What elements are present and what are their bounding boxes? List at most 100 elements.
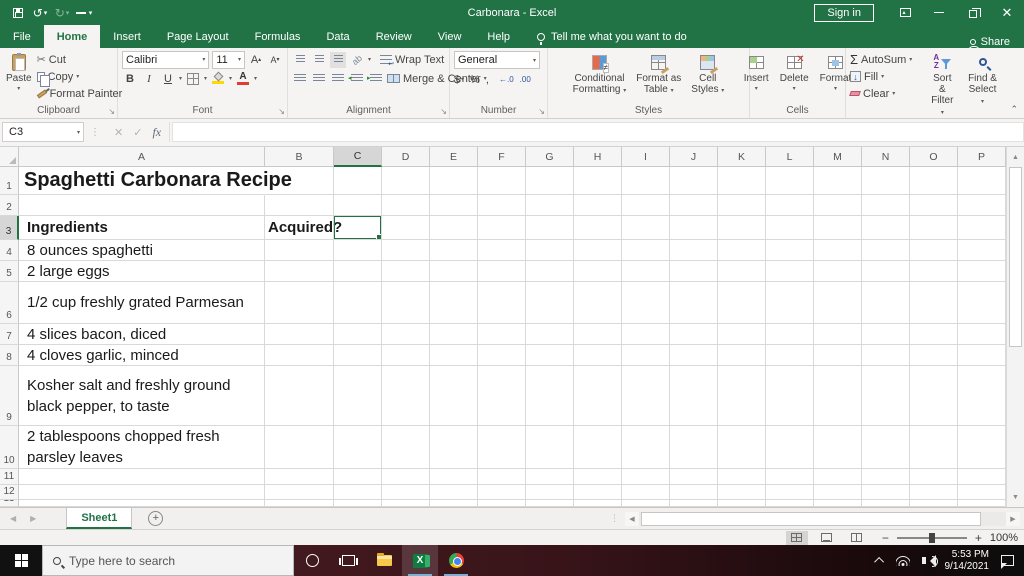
comma-button[interactable]: ,: [486, 74, 489, 86]
cell-G5[interactable]: [526, 261, 574, 282]
cell-P9[interactable]: [958, 366, 1006, 426]
cell-H5[interactable]: [574, 261, 622, 282]
cell-H1[interactable]: [574, 167, 622, 195]
cell-D5[interactable]: [382, 261, 430, 282]
number-format-select[interactable]: General ▾: [454, 51, 540, 69]
cell-M13[interactable]: [814, 500, 862, 507]
cell-N2[interactable]: [862, 195, 910, 216]
normal-view-button[interactable]: [785, 530, 808, 545]
cell-C11[interactable]: [334, 469, 382, 485]
cell-H11[interactable]: [574, 469, 622, 485]
cell-G8[interactable]: [526, 345, 574, 366]
cell-M6[interactable]: [814, 282, 862, 324]
cell-B11[interactable]: [265, 469, 334, 485]
row-header-6[interactable]: 6: [0, 282, 19, 324]
chrome-taskbar-button[interactable]: [438, 545, 474, 576]
alignment-dialog-launcher[interactable]: ↘: [440, 108, 447, 116]
scroll-right-icon[interactable]: ▶: [1006, 511, 1020, 526]
cell-J2[interactable]: [670, 195, 718, 216]
zoom-slider[interactable]: [896, 532, 967, 543]
cell-C7[interactable]: [334, 324, 382, 345]
cell-A7[interactable]: 4 slices bacon, diced: [19, 324, 265, 345]
select-all-corner[interactable]: [0, 147, 19, 167]
row-header-12[interactable]: 12: [0, 485, 19, 500]
cell-H8[interactable]: [574, 345, 622, 366]
cell-J11[interactable]: [670, 469, 718, 485]
underline-button[interactable]: U: [160, 71, 176, 87]
cell-H10[interactable]: [574, 426, 622, 469]
cell-D4[interactable]: [382, 240, 430, 261]
cell-E6[interactable]: [430, 282, 478, 324]
share-button[interactable]: Share: [967, 36, 1024, 52]
cell-A1[interactable]: Spaghetti Carbonara Recipe: [19, 167, 292, 195]
cell-B3[interactable]: Acquired?: [265, 216, 342, 240]
file-explorer-button[interactable]: [366, 545, 402, 576]
cell-K13[interactable]: [718, 500, 766, 507]
cell-O4[interactable]: [910, 240, 958, 261]
cell-I2[interactable]: [622, 195, 670, 216]
vertical-scroll-thumb[interactable]: [1009, 167, 1022, 347]
borders-button[interactable]: [185, 71, 201, 87]
task-view-button[interactable]: [330, 545, 366, 576]
column-header-E[interactable]: E: [430, 147, 478, 167]
cell-P13[interactable]: [958, 500, 1006, 507]
cell-P4[interactable]: [958, 240, 1006, 261]
cell-M9[interactable]: [814, 366, 862, 426]
action-center-icon[interactable]: [1001, 555, 1014, 569]
cell-F10[interactable]: [478, 426, 526, 469]
cell-N4[interactable]: [862, 240, 910, 261]
align-center-button[interactable]: [311, 71, 327, 87]
cell-J10[interactable]: [670, 426, 718, 469]
zoom-in-button[interactable]: +: [975, 532, 982, 544]
tell-me-box[interactable]: Tell me what you want to do: [537, 25, 687, 48]
cell-L1[interactable]: [766, 167, 814, 195]
cell-O6[interactable]: [910, 282, 958, 324]
cell-I10[interactable]: [622, 426, 670, 469]
cell-L13[interactable]: [766, 500, 814, 507]
scroll-up-icon[interactable]: ▲: [1007, 149, 1024, 165]
cell-O2[interactable]: [910, 195, 958, 216]
column-header-K[interactable]: K: [718, 147, 766, 167]
cell-B5[interactable]: [265, 261, 334, 282]
zoom-slider-thumb[interactable]: [928, 532, 935, 543]
speaker-icon[interactable]: [921, 554, 938, 567]
cell-O10[interactable]: [910, 426, 958, 469]
cell-J9[interactable]: [670, 366, 718, 426]
cell-P7[interactable]: [958, 324, 1006, 345]
percent-button[interactable]: %: [470, 74, 480, 86]
cell-P2[interactable]: [958, 195, 1006, 216]
cell-F8[interactable]: [478, 345, 526, 366]
cell-D3[interactable]: [382, 216, 430, 240]
tab-home[interactable]: Home: [43, 25, 101, 48]
cell-L2[interactable]: [766, 195, 814, 216]
sheet-nav-left-icon[interactable]: ◀: [10, 514, 16, 523]
cell-E11[interactable]: [430, 469, 478, 485]
cell-H2[interactable]: [574, 195, 622, 216]
cell-N12[interactable]: [862, 485, 910, 500]
cell-H4[interactable]: [574, 240, 622, 261]
cell-P8[interactable]: [958, 345, 1006, 366]
cell-G3[interactable]: [526, 216, 574, 240]
cell-B6[interactable]: [265, 282, 334, 324]
cell-B12[interactable]: [265, 485, 334, 500]
cell-F11[interactable]: [478, 469, 526, 485]
cell-J6[interactable]: [670, 282, 718, 324]
paste-button[interactable]: Paste ▾: [4, 51, 34, 103]
decrease-indent-button[interactable]: [348, 71, 365, 87]
cell-F3[interactable]: [478, 216, 526, 240]
cell-L8[interactable]: [766, 345, 814, 366]
cell-J5[interactable]: [670, 261, 718, 282]
insert-cells-button[interactable]: Insert ▾: [742, 51, 771, 103]
cell-M5[interactable]: [814, 261, 862, 282]
collapse-ribbon-button[interactable]: ⌃: [1010, 104, 1018, 115]
fill-button[interactable]: ↓ Fill ▾: [850, 68, 921, 85]
cut-button[interactable]: ✂ Cut: [37, 51, 123, 68]
taskbar-clock[interactable]: 5:53 PM 9/14/2021: [945, 549, 990, 573]
cell-C13[interactable]: [334, 500, 382, 507]
find-select-button[interactable]: Find & Select ▾: [964, 51, 1001, 121]
cell-K3[interactable]: [718, 216, 766, 240]
cell-G1[interactable]: [526, 167, 574, 195]
cell-N8[interactable]: [862, 345, 910, 366]
cell-M10[interactable]: [814, 426, 862, 469]
format-as-table-button[interactable]: Format as Table ▾: [634, 51, 683, 103]
